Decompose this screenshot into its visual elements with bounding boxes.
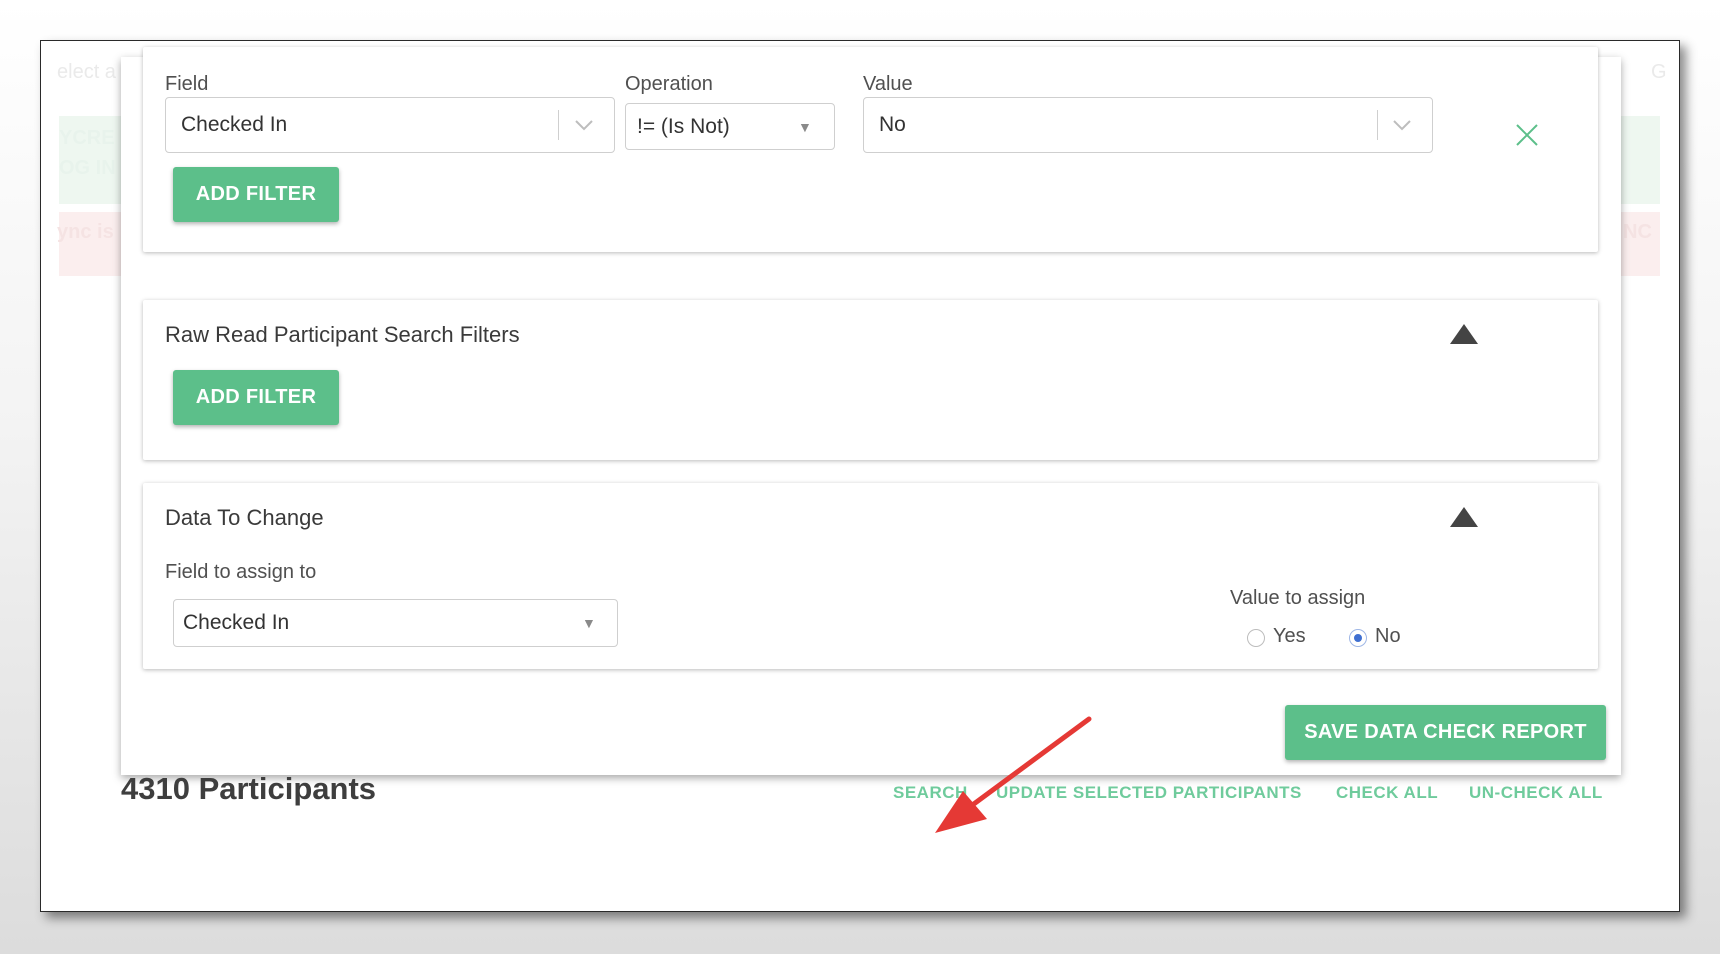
background-text: G xyxy=(1651,61,1667,83)
raw-read-filters-card: Raw Read Participant Search Filters ADD … xyxy=(143,300,1598,460)
save-data-check-report-button[interactable]: SAVE DATA CHECK REPORT xyxy=(1285,705,1606,760)
add-raw-read-filter-button[interactable]: ADD FILTER xyxy=(173,370,339,425)
background-text: ync is xyxy=(57,221,114,243)
add-filter-button[interactable]: ADD FILTER xyxy=(173,167,339,222)
background-text: elect a xyxy=(57,61,116,83)
operation-select[interactable]: != (Is Not) ▼ xyxy=(625,103,835,150)
value-label: Value xyxy=(863,73,913,95)
collapse-triangle-icon[interactable] xyxy=(1448,505,1480,529)
value-select[interactable]: No xyxy=(863,97,1433,153)
annotation-arrow-icon xyxy=(935,716,1092,833)
field-select[interactable]: Checked In xyxy=(165,97,615,153)
field-label: Field xyxy=(165,73,209,95)
background-text: NC xyxy=(1623,221,1652,243)
value-select-value: No xyxy=(879,113,906,136)
radio-no-label: No xyxy=(1375,625,1401,647)
radio-yes-label: Yes xyxy=(1273,625,1306,647)
field-select-value: Checked In xyxy=(181,113,288,136)
data-check-modal: Field Checked In Operation != (Is Not) ▼… xyxy=(121,47,1621,775)
chevron-down-icon xyxy=(575,120,593,131)
radio-no[interactable] xyxy=(1349,629,1367,647)
field-to-assign-value: Checked In xyxy=(183,611,290,634)
field-to-assign-select[interactable]: Checked In ▼ xyxy=(173,599,618,647)
operation-label: Operation xyxy=(625,73,713,95)
participant-count: 4310 Participants xyxy=(121,771,377,806)
operation-select-value: != (Is Not) xyxy=(637,114,730,138)
radio-yes[interactable] xyxy=(1247,629,1265,647)
value-to-assign-label: Value to assign xyxy=(1230,587,1366,609)
background-text: OG IN xyxy=(59,157,116,179)
card-title: Data To Change xyxy=(165,505,324,530)
remove-filter-close-icon[interactable] xyxy=(1515,123,1539,147)
field-to-assign-label: Field to assign to xyxy=(165,561,317,583)
data-to-change-card: Data To Change Field to assign to Checke… xyxy=(143,483,1598,669)
search-filters-card: Field Checked In Operation != (Is Not) ▼… xyxy=(143,47,1598,252)
screenshot-frame: elect a YCRE OG IN ync is G NC Field Che… xyxy=(40,40,1680,912)
collapse-triangle-icon[interactable] xyxy=(1448,322,1480,346)
select-separator xyxy=(1377,110,1378,140)
select-separator xyxy=(558,110,559,140)
dropdown-arrow-icon: ▼ xyxy=(582,615,596,631)
card-title: Raw Read Participant Search Filters xyxy=(165,322,520,347)
check-all-link[interactable]: CHECK ALL xyxy=(1336,783,1438,803)
uncheck-all-link[interactable]: UN-CHECK ALL xyxy=(1469,783,1603,803)
radio-selected-dot xyxy=(1354,634,1362,642)
background-text: YCRE xyxy=(59,127,115,149)
chevron-down-icon xyxy=(1393,120,1411,131)
dropdown-arrow-icon: ▼ xyxy=(798,118,812,135)
